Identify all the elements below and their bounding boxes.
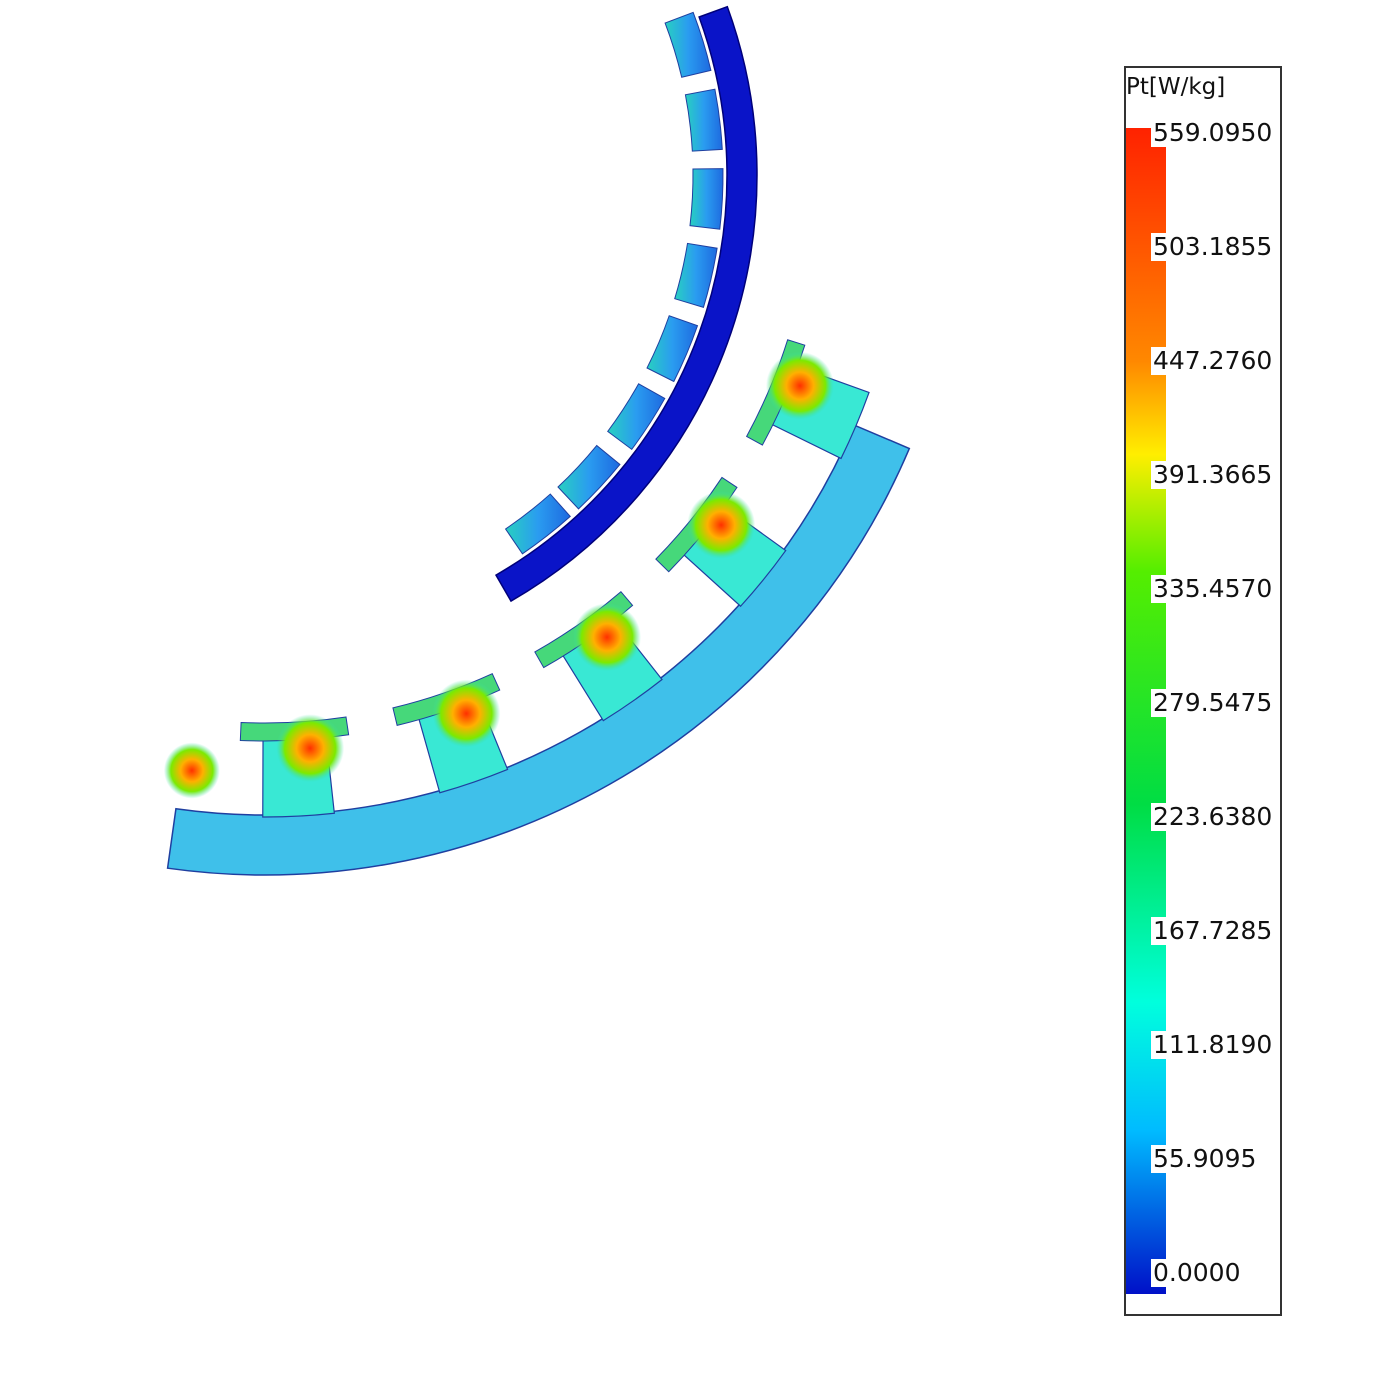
stator-segment (163, 339, 911, 876)
loss-density-plot (163, 5, 911, 876)
legend-label: 223.6380 (1151, 802, 1275, 831)
legend-label: 111.8190 (1151, 1030, 1275, 1059)
loss-hotspot (765, 351, 834, 420)
legend-label-max: 559.0950 (1151, 118, 1275, 147)
loss-hotspot (432, 679, 501, 748)
loss-hotspot (163, 742, 220, 799)
color-legend: Pt[W/kg] 559.0950 503.1855 447.2760 391.… (1124, 66, 1282, 1316)
legend-label: 55.9095 (1151, 1144, 1259, 1173)
rotor-magnet (689, 168, 724, 230)
loss-hotspot (276, 714, 345, 783)
rotor-magnet (684, 88, 723, 152)
legend-label: 335.4570 (1151, 574, 1275, 603)
legend-title: Pt[W/kg] (1126, 74, 1226, 100)
legend-label: 167.7285 (1151, 916, 1275, 945)
legend-label-min: 0.0000 (1151, 1258, 1243, 1287)
loss-hotspot (573, 603, 642, 672)
loss-hotspot (687, 491, 756, 560)
legend-label: 447.2760 (1151, 346, 1275, 375)
legend-label: 503.1855 (1151, 232, 1275, 261)
legend-label: 279.5475 (1151, 688, 1275, 717)
legend-label: 391.3665 (1151, 460, 1275, 489)
